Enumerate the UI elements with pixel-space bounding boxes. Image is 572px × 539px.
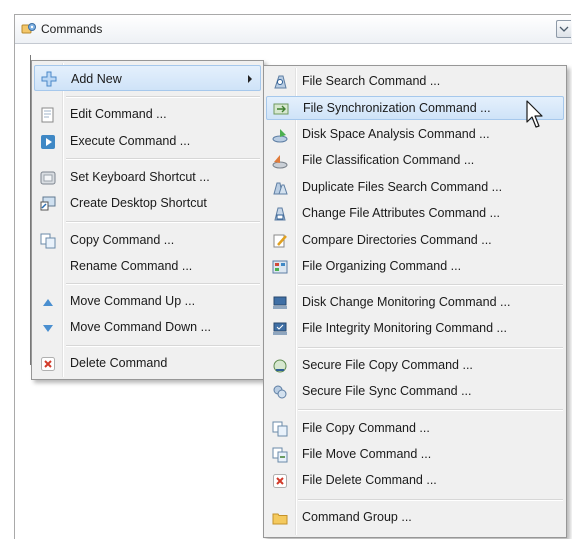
plus-icon bbox=[41, 71, 57, 87]
submenu-item-label: File Synchronization Command ... bbox=[303, 101, 491, 115]
file-copy-icon bbox=[272, 421, 288, 437]
panel-title: Commands bbox=[41, 22, 103, 36]
file-attributes-icon bbox=[274, 207, 286, 221]
submenu-item-label: File Delete Command ... bbox=[302, 473, 437, 487]
submenu-item-file-copy[interactable]: File Copy Command ... bbox=[266, 417, 564, 440]
separator bbox=[298, 499, 563, 501]
submenu-item-label: File Copy Command ... bbox=[302, 421, 430, 435]
submenu-item-file-classification[interactable]: File Classification Command ... bbox=[266, 149, 564, 172]
file-classification-icon bbox=[272, 155, 288, 169]
menu-item-rename-command[interactable]: Rename Command ... bbox=[34, 255, 261, 278]
menu-item-label: Add New bbox=[71, 72, 122, 86]
submenu-item-label: File Move Command ... bbox=[302, 447, 432, 461]
submenu-item-file-synchronization[interactable]: File Synchronization Command ... bbox=[266, 96, 564, 120]
submenu-item-label: File Classification Command ... bbox=[302, 153, 475, 167]
submenu-item-disk-change-monitoring[interactable]: Disk Change Monitoring Command ... bbox=[266, 291, 564, 314]
menu-item-label: Rename Command ... bbox=[70, 259, 193, 273]
submenu-item-file-search[interactable]: File Search Command ... bbox=[266, 70, 564, 93]
submenu-item-disk-space-analysis[interactable]: Disk Space Analysis Command ... bbox=[266, 123, 564, 146]
menu-item-label: Copy Command ... bbox=[70, 233, 175, 247]
submenu-item-file-move[interactable]: File Move Command ... bbox=[266, 443, 564, 466]
separator bbox=[66, 221, 260, 223]
integrity-monitor-icon bbox=[273, 322, 287, 335]
file-search-icon bbox=[274, 75, 287, 89]
context-menu: Add New Edit Command ... Execute Command… bbox=[31, 60, 264, 380]
submenu-item-change-file-attributes[interactable]: Change File Attributes Command ... bbox=[266, 202, 564, 225]
compare-directories-icon bbox=[273, 234, 287, 248]
folder-icon bbox=[272, 513, 288, 525]
menu-item-delete-command[interactable]: Delete Command bbox=[34, 352, 261, 375]
submenu-item-file-integrity-monitoring[interactable]: File Integrity Monitoring Command ... bbox=[266, 317, 564, 340]
add-new-submenu: File Search Command ... File Synchroniza… bbox=[263, 65, 567, 538]
file-sync-icon bbox=[273, 103, 289, 115]
file-delete-icon bbox=[273, 474, 287, 488]
submenu-item-secure-file-sync[interactable]: Secure File Sync Command ... bbox=[266, 380, 564, 403]
submenu-item-label: File Organizing Command ... bbox=[302, 259, 462, 273]
menu-item-copy-command[interactable]: Copy Command ... bbox=[34, 229, 261, 252]
submenu-item-secure-file-copy[interactable]: Secure File Copy Command ... bbox=[266, 354, 564, 377]
separator bbox=[66, 345, 260, 347]
menu-item-label: Delete Command bbox=[70, 356, 168, 370]
separator bbox=[66, 283, 260, 285]
submenu-item-label: Disk Change Monitoring Command ... bbox=[302, 295, 511, 309]
menu-item-label: Execute Command ... bbox=[70, 134, 191, 148]
separator bbox=[66, 158, 260, 160]
keyboard-icon bbox=[40, 171, 56, 185]
submenu-item-label: Secure File Copy Command ... bbox=[302, 358, 473, 372]
submenu-item-label: Command Group ... bbox=[302, 510, 412, 524]
submenu-item-label: File Integrity Monitoring Command ... bbox=[302, 321, 507, 335]
menu-item-move-command-down[interactable]: Move Command Down ... bbox=[34, 316, 261, 339]
desktop-shortcut-icon bbox=[40, 196, 56, 211]
submenu-item-compare-directories[interactable]: Compare Directories Command ... bbox=[266, 229, 564, 252]
menu-item-label: Move Command Up ... bbox=[70, 294, 196, 308]
submenu-arrow-icon bbox=[248, 75, 252, 83]
submenu-item-label: Disk Space Analysis Command ... bbox=[302, 127, 490, 141]
triangle-up-icon bbox=[43, 299, 53, 306]
menu-item-label: Edit Command ... bbox=[70, 107, 167, 121]
separator bbox=[298, 409, 563, 411]
submenu-item-file-organizing[interactable]: File Organizing Command ... bbox=[266, 255, 564, 278]
menu-item-create-desktop-shortcut[interactable]: Create Desktop Shortcut bbox=[34, 192, 261, 215]
secure-copy-icon bbox=[273, 359, 287, 373]
triangle-down-icon bbox=[43, 325, 53, 332]
file-move-icon bbox=[272, 447, 288, 463]
chevron-down-icon bbox=[559, 26, 569, 32]
menu-item-edit-command[interactable]: Edit Command ... bbox=[34, 103, 261, 126]
submenu-item-label: Secure File Sync Command ... bbox=[302, 384, 472, 398]
menu-item-set-keyboard-shortcut[interactable]: Set Keyboard Shortcut ... bbox=[34, 166, 261, 189]
secure-sync-icon bbox=[273, 385, 287, 399]
menu-item-execute-command[interactable]: Execute Command ... bbox=[34, 130, 261, 153]
submenu-item-label: Duplicate Files Search Command ... bbox=[302, 180, 503, 194]
submenu-item-label: Change File Attributes Command ... bbox=[302, 206, 501, 220]
menu-item-add-new[interactable]: Add New bbox=[34, 65, 261, 91]
submenu-item-file-delete[interactable]: File Delete Command ... bbox=[266, 469, 564, 492]
play-icon bbox=[41, 135, 55, 149]
disk-space-icon bbox=[272, 129, 288, 143]
delete-icon bbox=[41, 357, 55, 371]
submenu-item-command-group[interactable]: Command Group ... bbox=[266, 506, 564, 529]
submenu-item-label: File Search Command ... bbox=[302, 74, 441, 88]
separator bbox=[298, 284, 563, 286]
separator bbox=[298, 347, 563, 349]
panel-dropdown-button[interactable] bbox=[556, 20, 571, 38]
submenu-item-label: Compare Directories Command ... bbox=[302, 233, 492, 247]
disk-monitor-icon bbox=[273, 296, 287, 309]
separator bbox=[66, 96, 260, 98]
file-organizing-icon bbox=[272, 260, 288, 274]
menu-item-label: Create Desktop Shortcut bbox=[70, 196, 207, 210]
menu-item-label: Move Command Down ... bbox=[70, 320, 212, 334]
edit-icon bbox=[41, 107, 54, 123]
mouse-cursor-icon bbox=[526, 100, 543, 128]
copy-icon bbox=[40, 233, 56, 249]
menu-item-label: Set Keyboard Shortcut ... bbox=[70, 170, 210, 184]
menu-item-move-command-up[interactable]: Move Command Up ... bbox=[34, 290, 261, 313]
submenu-item-duplicate-files-search[interactable]: Duplicate Files Search Command ... bbox=[266, 176, 564, 199]
panel-header: Commands bbox=[15, 15, 572, 44]
commands-icon bbox=[21, 23, 36, 34]
duplicate-search-icon bbox=[273, 182, 288, 195]
